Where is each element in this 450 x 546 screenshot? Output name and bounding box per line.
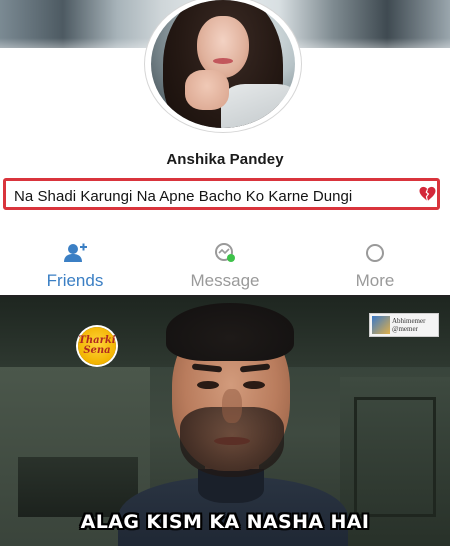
watermark-avatar (372, 316, 390, 334)
tharki-sena-logo: Tharki Sena (78, 327, 116, 365)
more-label: More (355, 271, 395, 290)
logo-text: Tharki Sena (78, 335, 116, 356)
avatar[interactable] (151, 0, 295, 128)
friends-label: Friends (46, 271, 104, 290)
message-label: Message (190, 271, 260, 290)
add-friend-icon (64, 243, 87, 262)
more-circle-icon (366, 244, 384, 262)
friends-button[interactable]: Friends (0, 236, 150, 296)
profile-actions: Friends Message More (0, 236, 450, 296)
profile-name: Anshika Pandey (166, 151, 284, 168)
watermark-text: Abhimemer @memer (392, 317, 426, 333)
more-button[interactable]: More (300, 236, 450, 296)
message-button[interactable]: Message (150, 236, 300, 296)
meme-caption: ALAG KISM KA NASHA HAI (80, 511, 370, 533)
message-icon (215, 243, 235, 262)
profile-bio: Na Shadi Karungi Na Apne Bacho Ko Karne … (14, 188, 353, 205)
watermark: Abhimemer @memer (369, 313, 439, 337)
broken-heart-icon (419, 186, 436, 202)
profile-panel: Anshika Pandey Na Shadi Karungi Na Apne … (0, 0, 450, 297)
bio-highlight-box: Na Shadi Karungi Na Apne Bacho Ko Karne … (3, 178, 440, 210)
